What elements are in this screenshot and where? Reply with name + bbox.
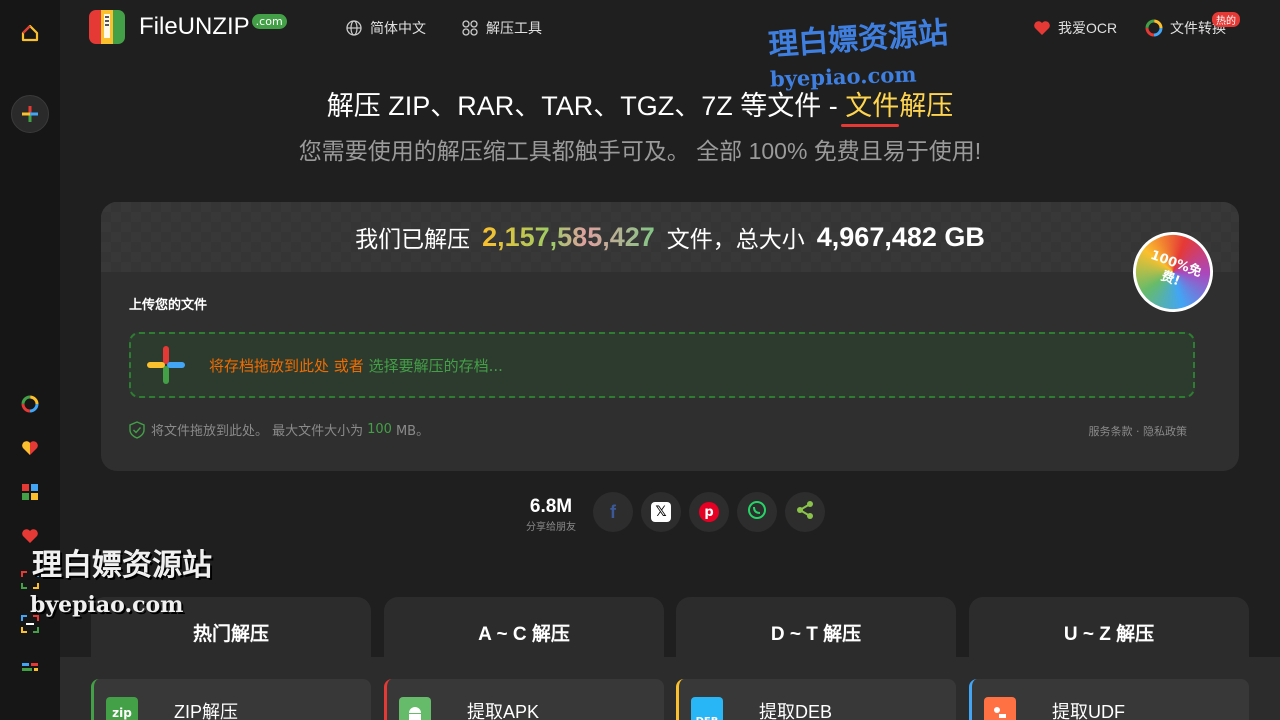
tool-apk-label: 提取APK bbox=[467, 702, 540, 720]
stats-bar: 我们已解压 2,157,585,427 文件，总大小 4,967,482 GB bbox=[101, 202, 1239, 272]
share-icon bbox=[795, 500, 815, 525]
tool-deb[interactable]: DEB 提取DEB bbox=[676, 679, 956, 720]
apps-grid-icon[interactable] bbox=[19, 481, 41, 503]
title-main: 解压 ZIP、RAR、TAR、TGZ、7Z 等文件 - bbox=[326, 91, 846, 121]
bars-icon[interactable] bbox=[19, 657, 41, 679]
tab-d-t[interactable]: D ~ T 解压 bbox=[676, 597, 956, 667]
upload-card: 我们已解压 2,157,585,427 文件，总大小 4,967,482 GB … bbox=[101, 202, 1239, 471]
upload-info: 将文件拖放到此处。 最大文件大小为 100 MB。 bbox=[129, 420, 429, 439]
title-accent: 文件解压 bbox=[845, 91, 954, 121]
x-icon: 𝕏 bbox=[651, 502, 671, 522]
tab-popular[interactable]: 热门解压 bbox=[91, 597, 371, 667]
nav-tools[interactable]: 解压工具 bbox=[461, 18, 542, 38]
convert-icon[interactable] bbox=[19, 393, 41, 415]
shield-check-icon bbox=[129, 420, 145, 439]
tool-apk[interactable]: 提取APK bbox=[384, 679, 664, 720]
dropzone-text: 将存档拖放到此处 或者 选择要解压的存档... bbox=[209, 355, 503, 376]
page-title: 解压 ZIP、RAR、TAR、TGZ、7Z 等文件 - 文件解压 bbox=[0, 84, 1280, 123]
heart-icon bbox=[1033, 19, 1051, 37]
android-icon bbox=[399, 697, 431, 720]
whatsapp-share-button[interactable] bbox=[737, 492, 777, 532]
nav-convert[interactable]: 文件转换 热的 bbox=[1145, 12, 1240, 38]
share-count-label: 分享给朋友 bbox=[526, 522, 576, 533]
whatsapp-icon bbox=[747, 500, 767, 525]
globe-icon bbox=[345, 19, 363, 37]
tab-a-c[interactable]: A ~ C 解压 bbox=[384, 597, 664, 667]
facebook-icon: f bbox=[610, 501, 616, 522]
tool-deb-label: 提取DEB bbox=[759, 702, 833, 720]
pinterest-icon: p bbox=[699, 502, 719, 522]
x-share-button[interactable]: 𝕏 bbox=[641, 492, 681, 532]
total-size: 4,967,482 GB bbox=[816, 221, 985, 252]
heart-ocr-icon[interactable] bbox=[19, 437, 41, 459]
pinterest-share-button[interactable]: p bbox=[689, 492, 729, 532]
tab-u-z[interactable]: U ~ Z 解压 bbox=[969, 597, 1249, 667]
nav-ocr-label: 我爱OCR bbox=[1058, 20, 1118, 36]
udf-icon bbox=[984, 697, 1016, 720]
choose-archive-link[interactable]: 选择要解压的存档... bbox=[369, 357, 503, 375]
info-prefix: 将文件拖放到此处。 最大文件大小为 bbox=[151, 424, 364, 439]
max-size: 100 bbox=[367, 422, 392, 437]
nav-language[interactable]: 简体中文 bbox=[345, 18, 426, 38]
info-unit: MB。 bbox=[395, 424, 430, 439]
zip-icon: zip bbox=[106, 697, 138, 720]
nav-ocr[interactable]: 我爱OCR bbox=[1033, 18, 1117, 38]
more-share-button[interactable] bbox=[785, 492, 825, 532]
tool-zip-label: ZIP解压 bbox=[174, 702, 239, 720]
tool-zip[interactable]: zip ZIP解压 bbox=[91, 679, 371, 720]
facebook-share-button[interactable]: f bbox=[593, 492, 633, 532]
logo-com: .com bbox=[251, 13, 287, 29]
page-subtitle: 您需要使用的解压缩工具都触手可及。 全部 100% 免费且易于使用! bbox=[298, 138, 982, 164]
stats-middle: 文件，总大小 bbox=[666, 226, 805, 252]
drop-text: 将存档拖放到此处 或者 bbox=[209, 356, 364, 375]
plus-icon bbox=[145, 344, 187, 386]
deb-icon: DEB bbox=[691, 697, 723, 720]
home-icon[interactable] bbox=[19, 22, 41, 44]
logo-icon bbox=[89, 10, 125, 44]
hot-badge: 热的 bbox=[1212, 12, 1240, 27]
logo[interactable]: FileUNZIP .com bbox=[89, 10, 287, 44]
tool-udf[interactable]: 提取UDF bbox=[969, 679, 1249, 720]
heart-icon[interactable] bbox=[19, 525, 41, 547]
nav-language-label: 简体中文 bbox=[370, 20, 426, 36]
logo-text: FileUNZIP bbox=[139, 13, 250, 40]
free-badge-text: 100%免费! bbox=[1148, 248, 1204, 290]
stats-prefix: 我们已解压 bbox=[355, 226, 471, 252]
upload-label: 上传您的文件 bbox=[129, 298, 208, 313]
terms-links[interactable]: 服务条款 · 隐私政策 bbox=[1089, 423, 1188, 439]
scan-icon[interactable] bbox=[19, 569, 41, 591]
dropzone[interactable]: 将存档拖放到此处 或者 选择要解压的存档... bbox=[129, 332, 1195, 398]
share-count: 6.8M 分享给朋友 bbox=[520, 496, 582, 533]
tool-udf-label: 提取UDF bbox=[1052, 702, 1125, 720]
files-count: 2,157,585,427 bbox=[482, 221, 655, 252]
share-count-number: 6.8M bbox=[529, 496, 573, 517]
scan-text-icon[interactable] bbox=[19, 613, 41, 635]
apps-icon bbox=[461, 19, 479, 37]
nav-tools-label: 解压工具 bbox=[486, 20, 542, 36]
convert-icon bbox=[1145, 19, 1163, 37]
